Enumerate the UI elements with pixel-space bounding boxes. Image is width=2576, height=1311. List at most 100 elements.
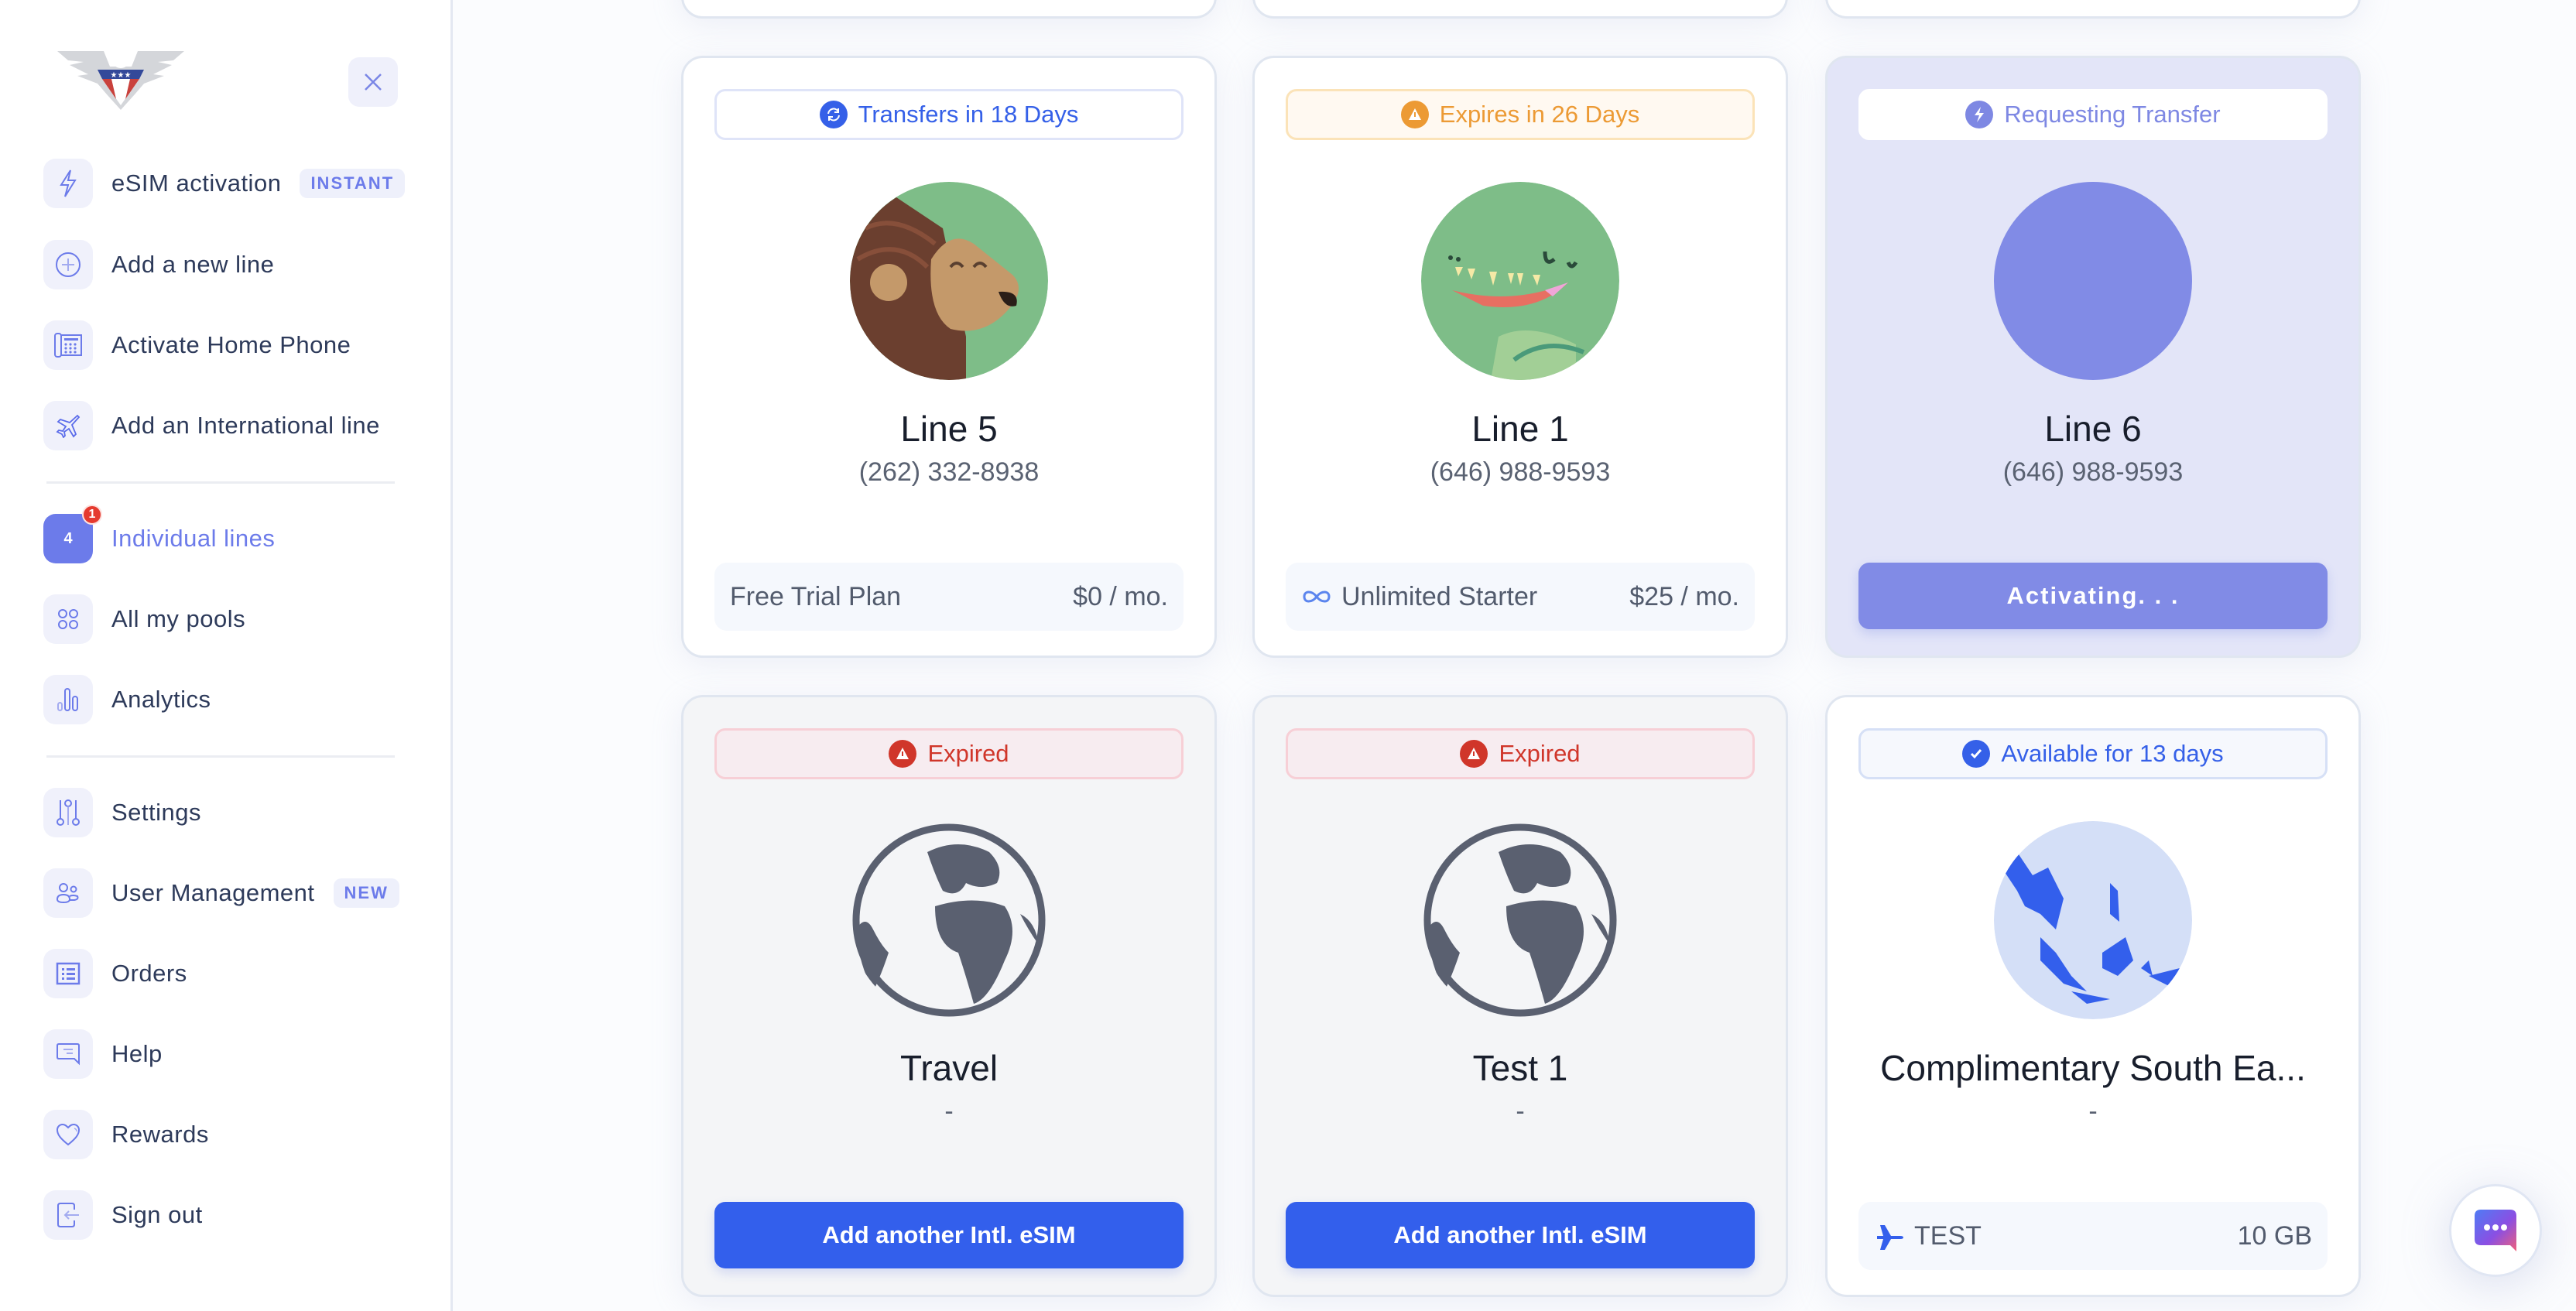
plan-name: Free Trial Plan <box>730 581 902 611</box>
sidebar-item-label: eSIM activation <box>111 169 282 197</box>
sidebar-item-user-management[interactable]: User Management NEW <box>43 868 399 918</box>
dinosaur-avatar <box>1421 182 1619 380</box>
plan-info: TEST 10 GB <box>1858 1202 2328 1270</box>
sidebar-item-add-line[interactable]: Add a new line <box>43 240 274 289</box>
line-card-partial[interactable] <box>1825 0 2361 19</box>
sidebar-item-label: Sign out <box>111 1201 203 1228</box>
phone-number: - <box>1516 1097 1525 1126</box>
line-name: Complimentary South Ea... <box>1880 1048 2306 1088</box>
pools-icon <box>43 594 93 644</box>
status-badge: Expired <box>1286 728 1755 779</box>
sidebar-divider <box>46 481 395 484</box>
sidebar-item-sign-out[interactable]: Sign out <box>43 1190 203 1240</box>
sidebar-item-analytics[interactable]: Analytics <box>43 675 211 724</box>
plan-name: TEST <box>1914 1220 1982 1251</box>
line-card[interactable]: Requesting Transfer Line 6 (646) 988-959… <box>1825 56 2361 658</box>
intl-card[interactable]: Available for 13 days Complimentary Sout… <box>1825 695 2361 1297</box>
sidebar-item-label: Help <box>111 1040 163 1067</box>
lightning-icon <box>1965 101 1994 128</box>
sidebar-item-esim-activation[interactable]: eSIM activation INSTANT <box>43 159 406 208</box>
plan-name: Unlimited Starter <box>1341 581 1538 611</box>
sidebar-item-label: Settings <box>111 799 202 826</box>
close-sidebar-button[interactable] <box>348 57 398 107</box>
sidebar-item-orders[interactable]: Orders <box>43 949 187 998</box>
instant-tag: INSTANT <box>300 169 406 198</box>
warning-icon <box>889 740 917 768</box>
globe-icon <box>850 821 1048 1019</box>
plus-circle-icon <box>43 240 93 289</box>
sidebar-item-label: Add an International line <box>111 412 380 439</box>
globe-icon <box>1421 821 1619 1019</box>
bar-chart-icon <box>43 675 93 724</box>
line-card[interactable]: Transfers in 18 Days Line 5 (262) 332-89… <box>681 56 1217 658</box>
svg-text:★★★: ★★★ <box>111 71 132 80</box>
activating-button[interactable]: Activating. . . <box>1858 563 2328 629</box>
heart-icon <box>43 1110 93 1159</box>
phone-number: - <box>944 1097 954 1126</box>
users-icon <box>43 868 93 918</box>
sidebar-item-label: User Management <box>111 879 315 906</box>
plan-price: $25 / mo. <box>1629 581 1739 611</box>
phone-number: (646) 988-9593 <box>1430 457 1611 487</box>
new-tag: NEW <box>333 878 399 908</box>
lightning-icon <box>43 159 93 208</box>
phone-number: (646) 988-9593 <box>2002 457 2184 487</box>
chat-bubble-icon <box>43 1029 93 1079</box>
status-text: Expires in 26 Days <box>1439 101 1640 128</box>
line-name: Line 1 <box>1471 409 1569 449</box>
sidebar-item-pools[interactable]: All my pools <box>43 594 245 644</box>
line-card-partial[interactable] <box>681 0 1217 19</box>
phone-number: - <box>2088 1097 2098 1126</box>
sidebar-item-label: Individual lines <box>111 525 276 552</box>
status-badge: Available for 13 days <box>1858 728 2328 779</box>
line-card-partial[interactable] <box>1252 0 1788 19</box>
sidebar-item-settings[interactable]: Settings <box>43 788 201 837</box>
sidebar-item-label: Orders <box>111 960 187 987</box>
sidebar-item-label: Activate Home Phone <box>111 331 351 358</box>
sidebar-item-label: Rewards <box>111 1121 209 1148</box>
intl-card[interactable]: Expired Travel - Add another Intl. eSIM <box>681 695 1217 1297</box>
sliders-icon <box>43 788 93 837</box>
chat-icon <box>2475 1210 2516 1251</box>
status-badge: Expired <box>714 728 1184 779</box>
sidebar-item-rewards[interactable]: Rewards <box>43 1110 209 1159</box>
phone-number: (262) 332-8938 <box>858 457 1040 487</box>
chat-button[interactable] <box>2449 1184 2542 1277</box>
lion-avatar <box>850 182 1048 380</box>
status-text: Requesting Transfer <box>2004 101 2221 128</box>
transfer-icon <box>819 101 848 128</box>
sidebar-item-help[interactable]: Help <box>43 1029 163 1079</box>
line-name: Line 5 <box>900 409 998 449</box>
check-icon <box>1962 740 1991 768</box>
sidebar-item-international[interactable]: Add an International line <box>43 401 380 450</box>
line-name: Line 6 <box>2044 409 2142 449</box>
status-text: Expired <box>1499 740 1581 767</box>
status-badge: Expires in 26 Days <box>1286 89 1755 140</box>
line-name: Test 1 <box>1472 1048 1568 1088</box>
sign-out-icon <box>43 1190 93 1240</box>
intl-card[interactable]: Expired Test 1 - Add another Intl. eSIM <box>1252 695 1788 1297</box>
sidebar-item-individual-lines[interactable]: 4 1 Individual lines <box>43 505 276 563</box>
eagle-shield-logo[interactable]: ★★★ <box>57 50 184 110</box>
sidebar-item-label: Analytics <box>111 686 211 713</box>
notification-badge: 1 <box>82 505 102 525</box>
line-count: 4 <box>63 529 73 547</box>
sidebar-item-home-phone[interactable]: Activate Home Phone <box>43 320 351 370</box>
home-phone-icon <box>43 320 93 370</box>
plan-price: $0 / mo. <box>1073 581 1168 611</box>
sidebar-item-label: Add a new line <box>111 251 275 278</box>
warning-icon <box>1460 740 1488 768</box>
airplane-icon <box>43 401 93 450</box>
add-intl-esim-button[interactable]: Add another Intl. eSIM <box>714 1202 1184 1268</box>
sidebar: ★★★ eSIM activation INSTANT Add a new li… <box>0 0 453 1311</box>
line-card[interactable]: Expires in 26 Days Line 1 (646) 988-9593… <box>1252 56 1788 658</box>
list-icon <box>43 949 93 998</box>
airplane-icon <box>1877 1225 1903 1250</box>
app-root: ★★★ eSIM activation INSTANT Add a new li… <box>0 0 2576 1311</box>
add-intl-esim-button[interactable]: Add another Intl. eSIM <box>1286 1202 1755 1268</box>
status-text: Available for 13 days <box>2001 740 2224 767</box>
sidebar-divider <box>46 755 395 758</box>
status-badge: Requesting Transfer <box>1858 89 2328 140</box>
status-badge: Transfers in 18 Days <box>714 89 1184 140</box>
southeast-asia-map <box>1994 821 2192 1019</box>
